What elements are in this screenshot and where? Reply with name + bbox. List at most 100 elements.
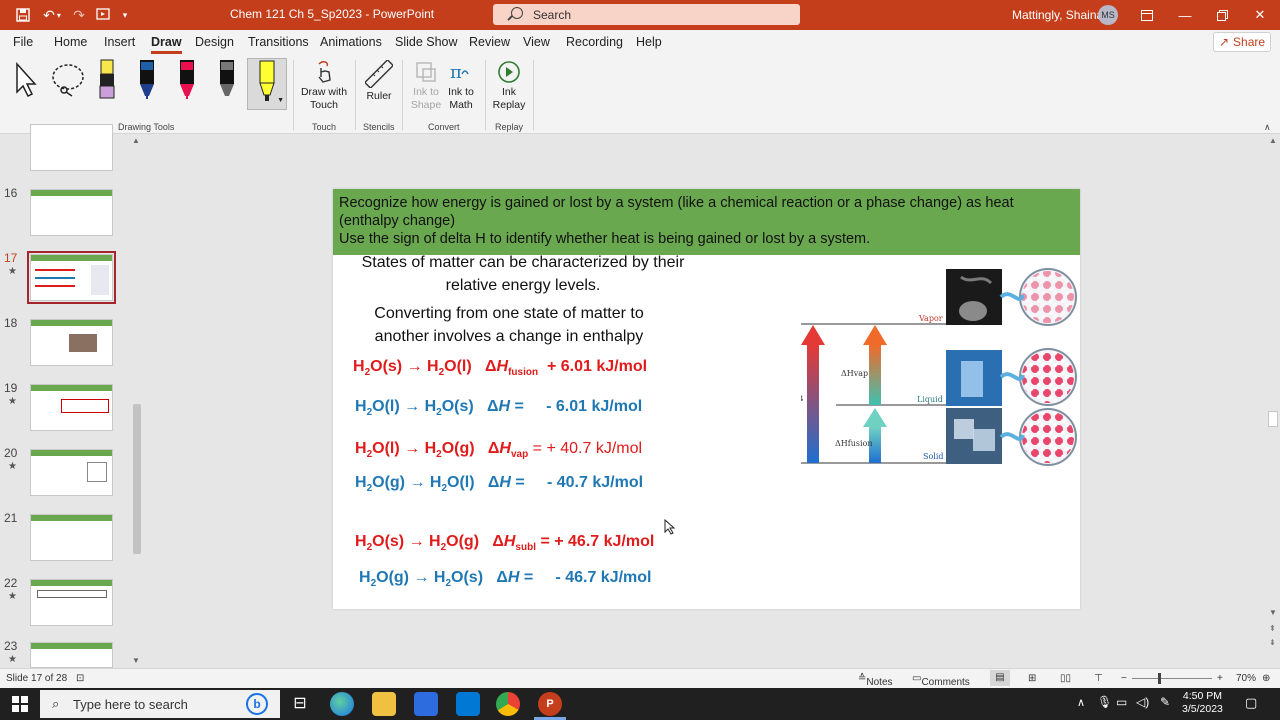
ruler-button[interactable]: Ruler [360,60,398,103]
taskbar-search-box[interactable]: ⌕ Type here to search b [40,690,280,718]
microsoft-store-icon[interactable] [414,692,438,716]
chevron-down-icon[interactable]: ▼ [277,94,284,107]
slide-thumbnail[interactable] [30,124,113,171]
comments-button[interactable]: ▭ Comments [912,673,970,688]
zoom-in-icon[interactable]: + [1217,673,1223,684]
pen-navy-button[interactable] [136,58,158,102]
pen-pink-button[interactable] [176,58,198,102]
restore-icon[interactable] [1212,5,1232,25]
user-name[interactable]: Mattingly, Shaina [1012,8,1103,22]
tab-view[interactable]: View [523,35,550,49]
share-button[interactable]: ↗ Share [1213,32,1271,52]
pen-lavender-button[interactable] [96,58,118,102]
select-arrow-button[interactable] [12,62,40,100]
tab-transitions[interactable]: Transitions [248,35,309,49]
slide-thumbnail[interactable] [30,319,113,366]
pencil-gray-button[interactable] [216,58,238,102]
scroll-down-icon[interactable]: ▼ [132,656,140,665]
scroll-down-icon[interactable]: ▼ [1269,608,1277,617]
canvas-scrollbar[interactable]: ▲ ▼ ⇞ ⇟ [1266,134,1280,668]
collapse-ribbon-icon[interactable]: ∧ [1264,122,1271,133]
tab-animations[interactable]: Animations [320,35,382,49]
scrollbar-thumb[interactable] [133,404,141,554]
chrome-icon[interactable] [496,692,520,716]
equation-sublimation[interactable]: H2O(s) → H2O(g) ΔHsubl = + 46.7 kJ/mol [355,533,654,553]
ink-replay-button[interactable]: Ink Replay [490,60,528,112]
minimize-icon[interactable]: — [1175,5,1195,25]
slide-thumbnail[interactable] [30,579,113,626]
slide-sorter-icon[interactable]: ⊞ [1028,673,1036,684]
powerpoint-icon[interactable]: P [538,692,562,716]
redo-icon[interactable]: ↷ [70,6,88,24]
show-hidden-icons-icon[interactable]: ∧ [1077,696,1085,709]
ink-to-shape-button[interactable]: Ink to Shape [406,60,446,112]
equation-fusion[interactable]: H2O(s) → H2O(l) ΔHfusion + 6.01 kJ/mol [353,358,647,378]
tab-home[interactable]: Home [54,35,87,49]
enthalpy-text[interactable]: Converting from one state of matter to a… [347,302,671,348]
zoom-slider-thumb[interactable] [1158,673,1161,684]
equation-vaporization[interactable]: H2O(l) → H2O(g) ΔHvap = + 40.7 kJ/mol [355,440,642,460]
zoom-level[interactable]: 70% [1236,673,1256,684]
slide[interactable]: Recognize how energy is gained or lost b… [333,189,1080,609]
file-explorer-icon[interactable] [372,692,396,716]
from-beginning-icon[interactable] [94,6,112,24]
tab-file[interactable]: File [13,35,33,49]
customize-quick-access-icon[interactable]: ▾ [118,6,132,24]
equation-condensation[interactable]: H2O(g) → H2O(l) ΔH = - 40.7 kJ/mol [355,474,643,494]
slide-thumbnail[interactable] [30,514,113,561]
slide-thumbnail[interactable] [30,384,113,431]
normal-view-icon[interactable]: ▤ [990,670,1010,686]
phase-change-diagram[interactable]: 4 ΔHvap ΔHfusion Vapor Liquid Solid [799,267,1079,467]
close-icon[interactable]: ✕ [1250,5,1270,25]
highlighter-yellow-button[interactable]: ▼ [247,58,287,110]
notifications-icon[interactable]: ▢ [1245,695,1257,711]
slide-thumbnail[interactable] [30,189,113,236]
mail-icon[interactable] [456,692,480,716]
scrollbar-thumb[interactable] [1268,411,1278,427]
avatar[interactable]: MS [1098,5,1118,25]
edge-icon[interactable] [330,692,354,716]
task-view-icon[interactable]: ⊟ [288,692,312,716]
states-text[interactable]: States of matter can be characterized by… [343,251,703,297]
search-box[interactable]: Search [493,4,800,25]
accessibility-icon[interactable]: ⊡ [76,673,84,684]
equation-deposition[interactable]: H2O(g) → H2O(s) ΔH = - 46.7 kJ/mol [359,569,651,589]
fit-to-window-icon[interactable]: ⊕ [1262,673,1270,684]
tab-help[interactable]: Help [636,35,662,49]
slide-thumbnail-selected[interactable] [27,251,116,304]
objective-banner[interactable]: Recognize how energy is gained or lost b… [333,189,1080,255]
scroll-up-icon[interactable]: ▲ [132,136,140,145]
zoom-slider[interactable] [1132,678,1212,679]
slide-show-icon[interactable]: ⊤ [1094,673,1103,684]
network-icon[interactable]: ▭ [1116,695,1127,709]
windows-start-icon[interactable] [12,696,28,717]
tab-insert[interactable]: Insert [104,35,135,49]
slide-thumbnail[interactable] [30,642,113,668]
save-icon[interactable] [14,6,32,24]
previous-slide-icon[interactable]: ⇞ [1269,624,1276,633]
notes-button[interactable]: ≙ Notes [858,673,893,688]
volume-icon[interactable]: ◁) [1136,695,1149,709]
pen-icon [180,60,194,99]
tab-design[interactable]: Design [195,35,234,49]
microphone-icon[interactable]: 🎙 [1097,695,1112,709]
draw-with-touch-button[interactable]: Draw with Touch [298,60,350,112]
tab-review[interactable]: Review [469,35,510,49]
tab-slide-show[interactable]: Slide Show [395,35,458,49]
bing-icon[interactable]: b [246,693,268,715]
ribbon-display-icon[interactable] [1137,5,1157,25]
thumbnail-scrollbar[interactable]: ▲ ▼ [131,134,143,668]
taskbar-clock[interactable]: 4:50 PM 3/5/2023 [1182,690,1223,716]
lasso-select-button[interactable] [50,62,86,100]
ink-to-math-button[interactable]: π Ink to Math [444,60,478,112]
tab-draw[interactable]: Draw [151,35,182,54]
scroll-up-icon[interactable]: ▲ [1269,136,1277,145]
undo-icon[interactable]: ↶ ▾ [38,6,66,24]
reading-view-icon[interactable]: ▯▯ [1060,673,1071,684]
tab-recording[interactable]: Recording [566,35,623,49]
slide-thumbnail[interactable] [30,449,113,496]
pen-menu-icon[interactable]: ✎ [1160,695,1170,709]
equation-freezing[interactable]: H2O(l) → H2O(s) ΔH = - 6.01 kJ/mol [355,398,642,418]
zoom-out-icon[interactable]: − [1121,673,1127,684]
next-slide-icon[interactable]: ⇟ [1269,638,1276,647]
